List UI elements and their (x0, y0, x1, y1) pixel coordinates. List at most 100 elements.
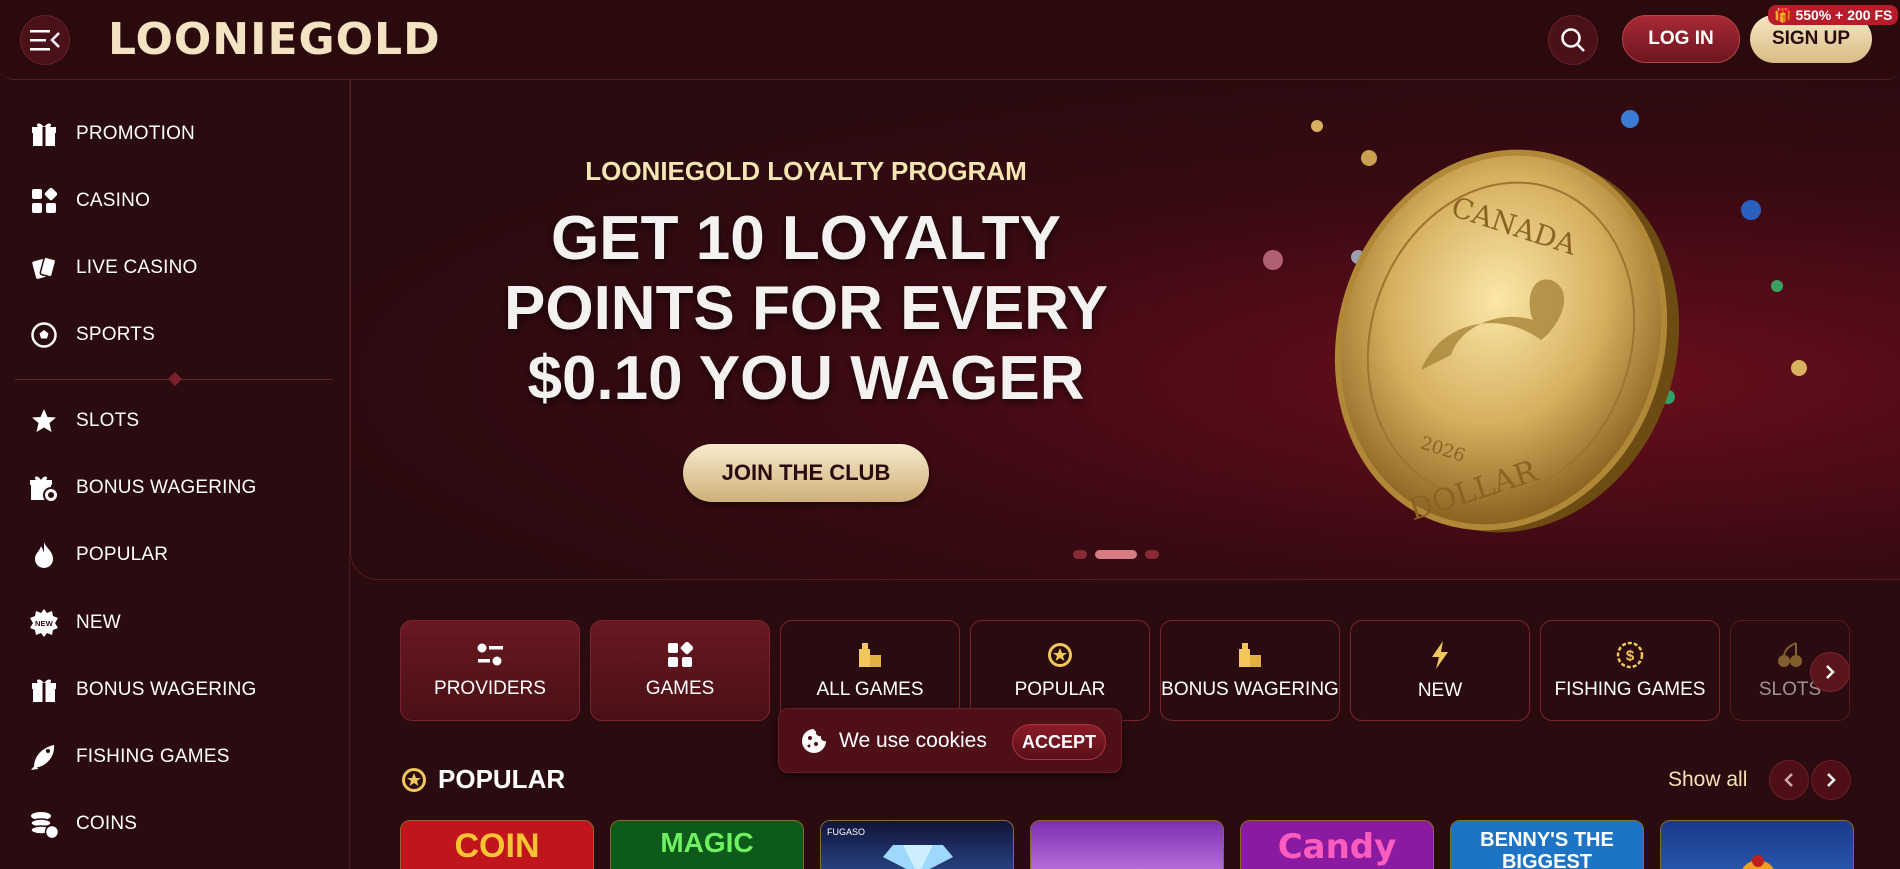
game-tile-title: BENNY'S THE BIGGEST (1480, 829, 1614, 869)
search-icon (1561, 28, 1585, 52)
sidebar-item-label: SPORTS (76, 324, 155, 345)
category-label: ALL GAMES (816, 678, 924, 700)
fire-icon (28, 539, 60, 571)
promo-banner[interactable]: CANADA 2026 DOLLAR LOONIEGOLD LOYALTY PR… (350, 80, 1900, 580)
chevron-left-icon (1784, 773, 1793, 787)
sidebar-item-promotion[interactable]: PROMOTION (28, 114, 195, 154)
site-logo[interactable]: LOONIEGOLD (108, 14, 441, 65)
puzzle-icon (859, 642, 881, 667)
top-header: LOONIEGOLD LOG IN SIGN UP 🎁 550% + 200 FS (0, 0, 1900, 80)
game-tile-title: COIN (454, 827, 540, 865)
sidebar-item-label: LIVE CASINO (76, 257, 198, 278)
category-label: BONUS WAGERING (1161, 678, 1339, 700)
menu-toggle-button[interactable] (20, 15, 70, 65)
casino-grid-icon (28, 185, 60, 217)
category-label: GAMES (645, 677, 715, 699)
diamond-icon (883, 845, 953, 869)
divider-diamond (167, 371, 183, 387)
sidebar: PROMOTION CASINO LIVE CASINO SPORTS SLOT… (0, 80, 350, 869)
show-all-link[interactable]: Show all (1668, 768, 1747, 792)
sidebar-item-label: POPULAR (76, 544, 169, 565)
confetti-decoration (1741, 200, 1761, 220)
star-badge-icon (402, 767, 426, 792)
carousel-dot[interactable] (1073, 550, 1087, 559)
category-tab-games[interactable]: GAMES (590, 620, 770, 721)
category-label: POPULAR (1014, 678, 1106, 700)
golden-emblem-icon (1742, 855, 1774, 869)
game-tile[interactable]: COIN (400, 820, 594, 869)
gift-icon (28, 118, 60, 150)
game-tile-title: Candy (1277, 827, 1397, 867)
sidebar-item-label: COINS (76, 813, 138, 834)
sidebar-item-label: BONUS WAGERING (76, 679, 257, 700)
chevron-right-icon (1827, 773, 1836, 787)
sidebar-item-bonus-wagering[interactable]: BONUS WAGERING (28, 468, 257, 508)
confetti-decoration (1771, 280, 1783, 292)
category-label: FISHING GAMES (1554, 678, 1706, 700)
confetti-decoration (1791, 360, 1807, 376)
game-tile[interactable]: BENNY'S THE BIGGEST (1450, 820, 1644, 869)
cherry-icon (1778, 641, 1802, 667)
sidebar-item-new[interactable]: NEW NEW (28, 603, 121, 643)
game-tile[interactable] (1030, 820, 1224, 869)
sidebar-item-sports[interactable]: SPORTS (28, 315, 155, 355)
cookie-icon (802, 728, 826, 753)
sidebar-item-popular[interactable]: POPULAR (28, 535, 168, 575)
fish-icon (28, 741, 60, 773)
game-tile[interactable]: MAGIC (610, 820, 804, 869)
banner-headline-line: $0.10 YOU WAGER (527, 344, 1085, 413)
carousel-dot[interactable] (1145, 550, 1159, 559)
confetti-decoration (1311, 120, 1323, 132)
svg-text:$: $ (1626, 647, 1635, 664)
sidebar-item-label: PROMOTION (76, 123, 195, 144)
menu-collapse-icon (30, 30, 60, 51)
puzzle-icon (1239, 642, 1261, 667)
loonie-coin-image: CANADA 2026 DOLLAR (1301, 140, 1701, 545)
accept-cookies-button[interactable]: ACCEPT (1012, 724, 1106, 760)
category-label: PROVIDERS (434, 677, 546, 699)
banner-headline-line: POINTS FOR EVERY (503, 274, 1108, 343)
coins-icon (28, 808, 60, 840)
sidebar-item-label: SLOTS (76, 410, 140, 431)
search-button[interactable] (1548, 15, 1598, 65)
banner-headline: GET 10 LOYALTY POINTS FOR EVERY $0.10 YO… (351, 204, 1261, 414)
category-tab-new[interactable]: NEW (1350, 620, 1530, 721)
popular-next-button[interactable] (1811, 760, 1851, 800)
sidebar-item-fishing-games[interactable]: FISHING GAMES (28, 737, 230, 777)
sidebar-item-slots[interactable]: SLOTS (28, 401, 139, 441)
soccer-ball-icon (28, 319, 60, 351)
sidebar-item-casino[interactable]: CASINO (28, 181, 150, 221)
sidebar-item-label: CASINO (76, 190, 151, 211)
cookie-consent-bar: We use cookies ACCEPT (778, 708, 1122, 773)
chevron-right-icon (1826, 665, 1835, 679)
category-tab-bonus-wagering[interactable]: BONUS WAGERING (1160, 620, 1340, 721)
new-badge-icon: NEW (28, 607, 60, 639)
game-tile[interactable] (1660, 820, 1854, 869)
category-tab-popular[interactable]: POPULAR (970, 620, 1150, 721)
providers-icon (477, 643, 503, 665)
signup-badge-text: 550% + 200 FS (1795, 7, 1893, 23)
game-tile[interactable]: FUGASO (820, 820, 1014, 869)
banner-subtitle: LOONIEGOLD LOYALTY PROGRAM (585, 156, 1027, 186)
dollar-coin-icon: $ (1616, 641, 1644, 668)
carousel-dot-active[interactable] (1095, 550, 1137, 559)
gift-icon (28, 674, 60, 706)
game-tile-title: MAGIC (660, 827, 754, 858)
confetti-decoration (1621, 110, 1639, 128)
login-button[interactable]: LOG IN (1622, 15, 1740, 63)
join-the-club-button[interactable]: JOIN THE CLUB (683, 444, 929, 502)
sidebar-item-coins[interactable]: COINS (28, 804, 137, 844)
game-tile[interactable]: Candy (1240, 820, 1434, 869)
category-tab-providers[interactable]: PROVIDERS (400, 620, 580, 721)
sidebar-item-bonus-wagering-2[interactable]: BONUS WAGERING (28, 670, 257, 710)
category-label: NEW (1417, 679, 1463, 701)
sidebar-item-live-casino[interactable]: LIVE CASINO (28, 248, 198, 288)
category-tab-all-games[interactable]: ALL GAMES (780, 620, 960, 721)
category-next-button[interactable] (1810, 652, 1850, 692)
popular-prev-button[interactable] (1769, 760, 1809, 800)
sidebar-item-label: BONUS WAGERING (76, 477, 257, 498)
svg-text:NEW: NEW (35, 619, 54, 628)
category-tab-fishing-games[interactable]: $ FISHING GAMES (1540, 620, 1720, 721)
gift-clock-icon (28, 472, 60, 504)
popular-section-header: POPULAR (400, 764, 565, 795)
